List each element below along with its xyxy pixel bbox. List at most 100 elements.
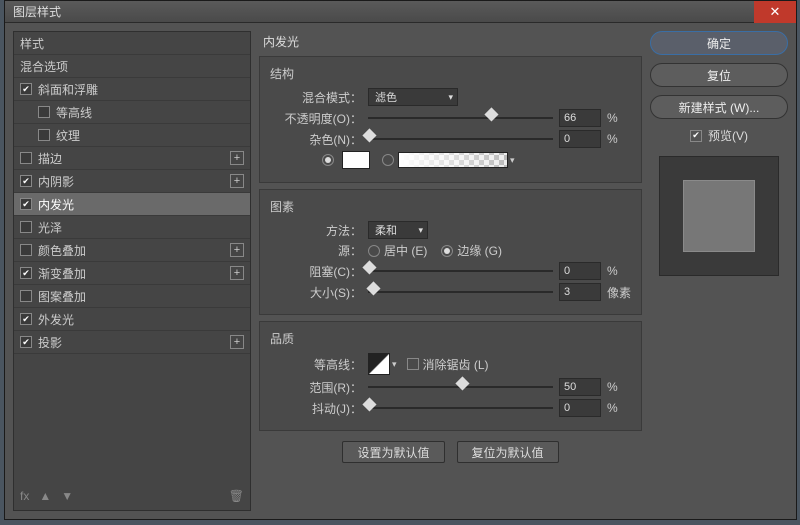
- structure-title: 结构: [270, 65, 631, 82]
- effect-checkbox[interactable]: [38, 129, 50, 141]
- antialias-checkbox[interactable]: [407, 358, 419, 370]
- gradient-strip[interactable]: [398, 152, 508, 168]
- effect-checkbox[interactable]: [20, 290, 32, 302]
- effect-item[interactable]: 颜色叠加 +: [14, 239, 250, 262]
- size-label: 大小(S)：: [270, 284, 362, 301]
- noise-slider[interactable]: [368, 132, 553, 146]
- effect-checkbox[interactable]: [20, 336, 32, 348]
- effect-item[interactable]: 投影 +: [14, 331, 250, 354]
- contour-label: 等高线：: [270, 356, 362, 373]
- up-icon[interactable]: ▲: [39, 489, 51, 503]
- effect-label: 外发光: [38, 311, 74, 328]
- gradient-radio[interactable]: [382, 154, 394, 166]
- size-slider[interactable]: [368, 285, 553, 299]
- size-input[interactable]: 3: [559, 283, 601, 301]
- add-effect-icon[interactable]: +: [230, 266, 244, 280]
- chevron-down-icon[interactable]: ▾: [510, 155, 515, 166]
- choke-input[interactable]: 0: [559, 262, 601, 280]
- dialog-title: 图层样式: [13, 3, 61, 20]
- effect-checkbox[interactable]: [20, 152, 32, 164]
- range-input[interactable]: 50: [559, 378, 601, 396]
- blend-mode-select[interactable]: 滤色: [368, 88, 458, 106]
- antialias-label: 消除锯齿 (L): [423, 356, 489, 373]
- add-effect-icon[interactable]: +: [230, 174, 244, 188]
- opacity-input[interactable]: 66: [559, 109, 601, 127]
- opacity-label: 不透明度(O)：: [270, 110, 362, 127]
- effect-checkbox[interactable]: [38, 106, 50, 118]
- effect-item[interactable]: 描边 +: [14, 147, 250, 170]
- effect-item[interactable]: 图案叠加: [14, 285, 250, 308]
- titlebar[interactable]: 图层样式 ✕: [5, 1, 796, 23]
- effect-item[interactable]: 内发光: [14, 193, 250, 216]
- new-style-button[interactable]: 新建样式 (W)...: [650, 95, 788, 119]
- effect-checkbox[interactable]: [20, 267, 32, 279]
- add-effect-icon[interactable]: +: [230, 243, 244, 257]
- layer-style-dialog: 图层样式 ✕ 样式 混合选项 斜面和浮雕等高线纹理描边 + 内阴影 + 内发光光泽颜色叠…: [4, 0, 797, 520]
- structure-group: 结构 混合模式： 滤色 不透明度(O)： 66 % 杂色(N)： 0 %: [259, 56, 642, 183]
- jitter-input[interactable]: 0: [559, 399, 601, 417]
- effect-checkbox[interactable]: [20, 198, 32, 210]
- choke-slider[interactable]: [368, 264, 553, 278]
- effect-item[interactable]: 光泽: [14, 216, 250, 239]
- effect-label: 描边: [38, 150, 62, 167]
- effect-label: 纹理: [56, 127, 80, 144]
- add-effect-icon[interactable]: +: [230, 335, 244, 349]
- source-label: 源：: [270, 242, 362, 259]
- down-icon[interactable]: ▼: [61, 489, 73, 503]
- effect-checkbox[interactable]: [20, 313, 32, 325]
- opacity-slider[interactable]: [368, 111, 553, 125]
- choke-label: 阻塞(C)：: [270, 263, 362, 280]
- action-panel: 确定 复位 新建样式 (W)... ✔ 预览(V): [650, 31, 788, 511]
- effects-list: 样式 混合选项 斜面和浮雕等高线纹理描边 + 内阴影 + 内发光光泽颜色叠加 + 渐变叠加 +…: [13, 31, 251, 511]
- trash-icon[interactable]: 🗑: [229, 489, 244, 503]
- effect-title: 内发光: [259, 31, 642, 56]
- effect-item[interactable]: 纹理: [14, 124, 250, 147]
- color-swatch[interactable]: [342, 151, 370, 169]
- range-slider[interactable]: [368, 380, 553, 394]
- source-center-radio[interactable]: [368, 245, 380, 257]
- effect-label: 投影: [38, 334, 62, 351]
- range-label: 范围(R)：: [270, 379, 362, 396]
- fx-icon[interactable]: fx: [20, 489, 29, 503]
- effect-checkbox[interactable]: [20, 244, 32, 256]
- reset-default-button[interactable]: 复位为默认值: [457, 441, 559, 463]
- preview-swatch: [683, 180, 755, 252]
- source-center-label: 居中 (E): [384, 242, 427, 259]
- effect-label: 斜面和浮雕: [38, 81, 98, 98]
- effect-label: 内阴影: [38, 173, 74, 190]
- effect-item[interactable]: 外发光: [14, 308, 250, 331]
- close-button[interactable]: ✕: [754, 1, 796, 23]
- jitter-label: 抖动(J)：: [270, 400, 362, 417]
- effect-item[interactable]: 斜面和浮雕: [14, 78, 250, 101]
- ok-button[interactable]: 确定: [650, 31, 788, 55]
- effect-checkbox[interactable]: [20, 221, 32, 233]
- noise-input[interactable]: 0: [559, 130, 601, 148]
- technique-label: 方法：: [270, 222, 362, 239]
- effect-label: 颜色叠加: [38, 242, 86, 259]
- effect-checkbox[interactable]: [20, 83, 32, 95]
- add-effect-icon[interactable]: +: [230, 151, 244, 165]
- technique-select[interactable]: 柔和: [368, 221, 428, 239]
- source-edge-radio[interactable]: [441, 245, 453, 257]
- cancel-button[interactable]: 复位: [650, 63, 788, 87]
- chevron-down-icon[interactable]: ▾: [392, 359, 397, 370]
- blend-mode-label: 混合模式：: [270, 89, 362, 106]
- jitter-slider[interactable]: [368, 401, 553, 415]
- effect-item[interactable]: 内阴影 +: [14, 170, 250, 193]
- effect-label: 渐变叠加: [38, 265, 86, 282]
- styles-header[interactable]: 样式: [14, 32, 250, 55]
- blending-options[interactable]: 混合选项: [14, 55, 250, 78]
- set-default-button[interactable]: 设置为默认值: [342, 441, 444, 463]
- preview-box: [659, 156, 779, 276]
- effect-item[interactable]: 渐变叠加 +: [14, 262, 250, 285]
- effect-checkbox[interactable]: [20, 175, 32, 187]
- effect-item[interactable]: 等高线: [14, 101, 250, 124]
- elements-title: 图素: [270, 198, 631, 215]
- preview-toggle[interactable]: ✔ 预览(V): [650, 127, 788, 144]
- contour-picker[interactable]: [368, 353, 390, 375]
- color-radio[interactable]: [322, 154, 334, 166]
- effect-label: 光泽: [38, 219, 62, 236]
- elements-group: 图素 方法： 柔和 源： 居中 (E) 边缘 (G) 阻塞(C)： 0 %: [259, 189, 642, 315]
- effect-label: 图案叠加: [38, 288, 86, 305]
- effect-label: 内发光: [38, 196, 74, 213]
